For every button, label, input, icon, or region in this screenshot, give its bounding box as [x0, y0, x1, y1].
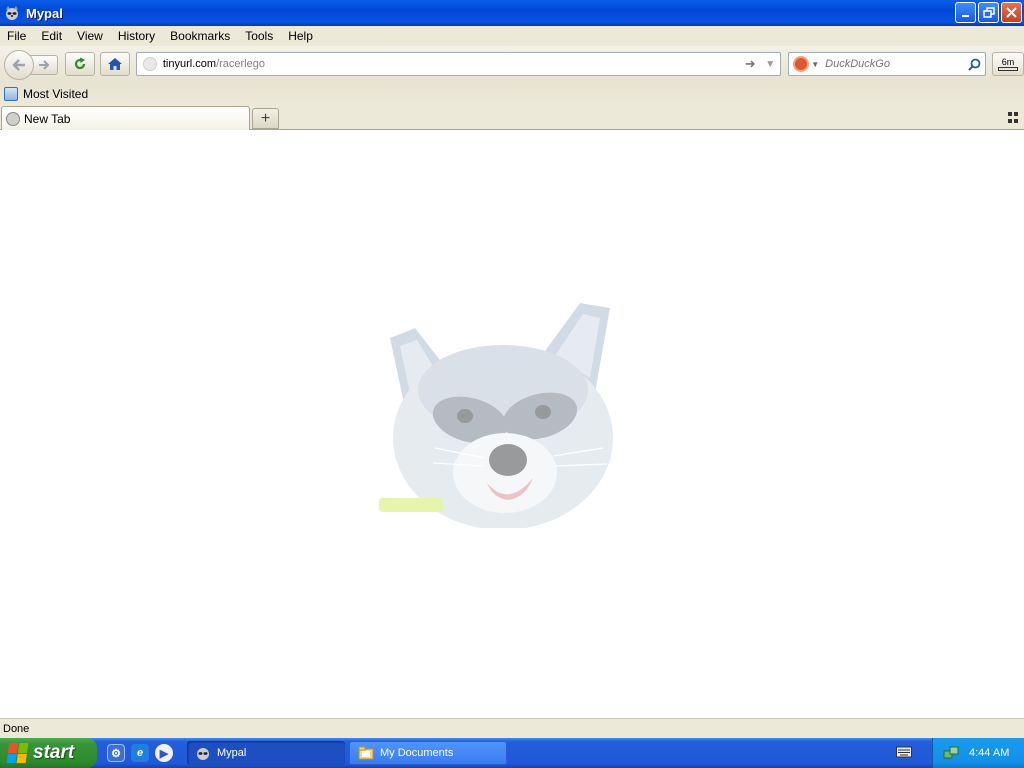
new-tab-button[interactable]: + [252, 108, 279, 129]
extension-label: 6m [1001, 56, 1015, 67]
task-label-my-documents: My Documents [380, 747, 454, 759]
site-identity-icon[interactable] [142, 57, 157, 71]
task-label-mypal: Mypal [217, 747, 247, 759]
home-button[interactable] [99, 52, 130, 76]
folder-icon [358, 745, 374, 761]
tab-strip: New Tab + [0, 106, 1024, 130]
url-path: /racerlego [216, 58, 265, 70]
search-bar[interactable]: ▼ [788, 52, 987, 76]
taskbar-task-mypal[interactable]: Mypal [187, 741, 345, 765]
start-label: start [33, 742, 75, 763]
menu-view[interactable]: View [70, 29, 111, 43]
start-button[interactable]: start [0, 738, 97, 768]
url-dropdown-icon[interactable]: ▼ [760, 59, 780, 70]
forward-button[interactable] [30, 55, 58, 75]
menu-file[interactable]: File [0, 29, 34, 43]
close-button[interactable] [1001, 2, 1022, 23]
go-arrow-icon[interactable]: ➜ [740, 56, 760, 72]
tab-label: New Tab [24, 111, 71, 126]
list-all-tabs-icon[interactable] [1008, 112, 1020, 124]
quick-launch: ⚙ e ▶ [107, 744, 173, 762]
url-text[interactable]: tinyurl.com/racerlego [163, 58, 265, 70]
taskbar-task-my-documents[interactable]: My Documents [349, 741, 507, 765]
home-icon [107, 58, 122, 70]
keyboard-icon[interactable] [896, 746, 912, 758]
menu-tools[interactable]: Tools [238, 29, 281, 43]
back-button[interactable] [4, 50, 34, 80]
minimize-button[interactable] [955, 2, 976, 23]
title-bar: Mypal [0, 0, 1024, 26]
mypal-task-icon [195, 745, 211, 761]
menu-history[interactable]: History [111, 29, 163, 43]
navigation-toolbar: tinyurl.com/racerlego ➜ ▼ ▼ 6m [0, 46, 1024, 82]
menu-bookmarks[interactable]: Bookmarks [163, 29, 238, 43]
reload-button[interactable] [64, 52, 95, 76]
network-icon[interactable] [943, 745, 959, 761]
quick-launch-ie-icon[interactable]: e [131, 744, 149, 762]
page-content [0, 130, 1024, 718]
status-text: Done [3, 722, 30, 735]
reload-icon [74, 57, 86, 70]
windows-flag-icon [6, 743, 30, 763]
engine-dropdown-icon[interactable]: ▼ [811, 60, 819, 69]
search-icon[interactable] [965, 58, 983, 71]
search-input[interactable] [825, 58, 966, 70]
most-visited-label: Most Visited [23, 87, 89, 101]
forward-icon [38, 60, 49, 70]
window-title: Mypal [26, 5, 63, 21]
bookmark-most-visited[interactable]: Most Visited [4, 87, 88, 101]
mypal-app-icon [4, 5, 20, 21]
restore-button[interactable] [978, 2, 999, 23]
duckduckgo-engine-icon[interactable] [793, 56, 810, 72]
status-bar: Done [0, 718, 1024, 738]
system-tray: 4:44 AM [932, 738, 1024, 768]
most-visited-icon [4, 87, 18, 101]
tab-new-tab[interactable]: New Tab [1, 106, 250, 130]
clock[interactable]: 4:44 AM [969, 747, 1009, 759]
back-icon [12, 59, 25, 71]
quick-launch-settings-icon[interactable]: ⚙ [107, 744, 125, 762]
url-host: tinyurl.com [162, 58, 217, 70]
quick-launch-media-icon[interactable]: ▶ [155, 744, 173, 762]
menu-edit[interactable]: Edit [34, 29, 70, 43]
taskbar: start ⚙ e ▶ Mypal My Documents 4:44 AM [0, 738, 1024, 768]
bookmarks-toolbar: Most Visited [0, 82, 1024, 106]
tab-favicon-icon [6, 111, 20, 126]
menu-bar: File Edit View History Bookmarks Tools H… [0, 26, 1024, 46]
menu-help[interactable]: Help [281, 29, 321, 43]
url-bar[interactable]: tinyurl.com/racerlego ➜ ▼ [135, 52, 782, 76]
extension-bar-icon [998, 66, 1018, 71]
extension-button[interactable]: 6m [992, 52, 1024, 76]
raccoon-logo [379, 303, 613, 528]
